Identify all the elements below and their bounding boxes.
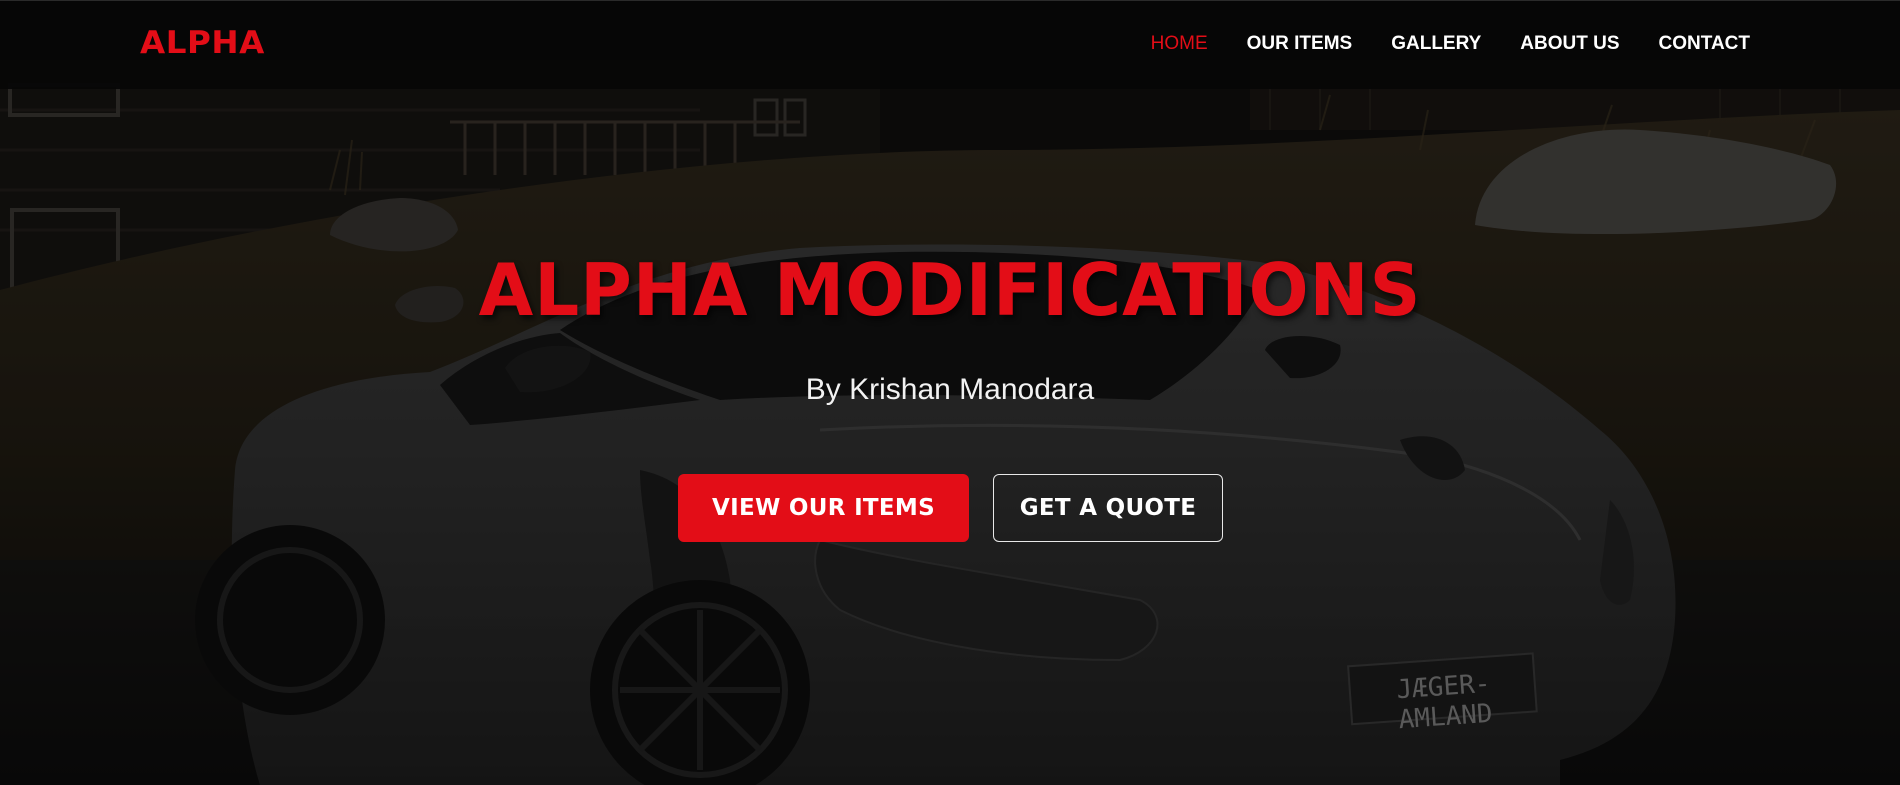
nav-link-contact[interactable]: CONTACT <box>1659 33 1750 54</box>
nav-item-our-items: OUR ITEMS <box>1247 33 1353 55</box>
hero-section: ALPHA MODIFICATIONS By Krishan Manodara … <box>0 88 1900 785</box>
hero-subtitle: By Krishan Manodara <box>805 373 1095 406</box>
page: JÆGER-AMLAND ALPHA HOME OUR ITEMS GALLER… <box>0 0 1900 785</box>
nav-item-gallery: GALLERY <box>1391 33 1481 55</box>
get-a-quote-button[interactable]: GET A QUOTE <box>993 474 1223 542</box>
nav-link-our-items[interactable]: OUR ITEMS <box>1247 33 1353 54</box>
view-our-items-button[interactable]: VIEW OUR ITEMS <box>678 474 969 542</box>
nav-menu: HOME OUR ITEMS GALLERY ABOUT US CONTACT <box>1151 33 1750 55</box>
brand-logo[interactable]: ALPHA <box>140 25 265 61</box>
nav-item-home: HOME <box>1151 33 1208 55</box>
nav-link-about-us[interactable]: ABOUT US <box>1520 33 1619 54</box>
hero-title: ALPHA MODIFICATIONS <box>478 248 1422 332</box>
nav-link-home[interactable]: HOME <box>1151 33 1208 54</box>
nav-link-gallery[interactable]: GALLERY <box>1391 33 1481 54</box>
nav-item-about-us: ABOUT US <box>1520 33 1619 55</box>
top-navbar: ALPHA HOME OUR ITEMS GALLERY ABOUT US CO… <box>0 0 1900 89</box>
nav-item-contact: CONTACT <box>1659 33 1750 55</box>
